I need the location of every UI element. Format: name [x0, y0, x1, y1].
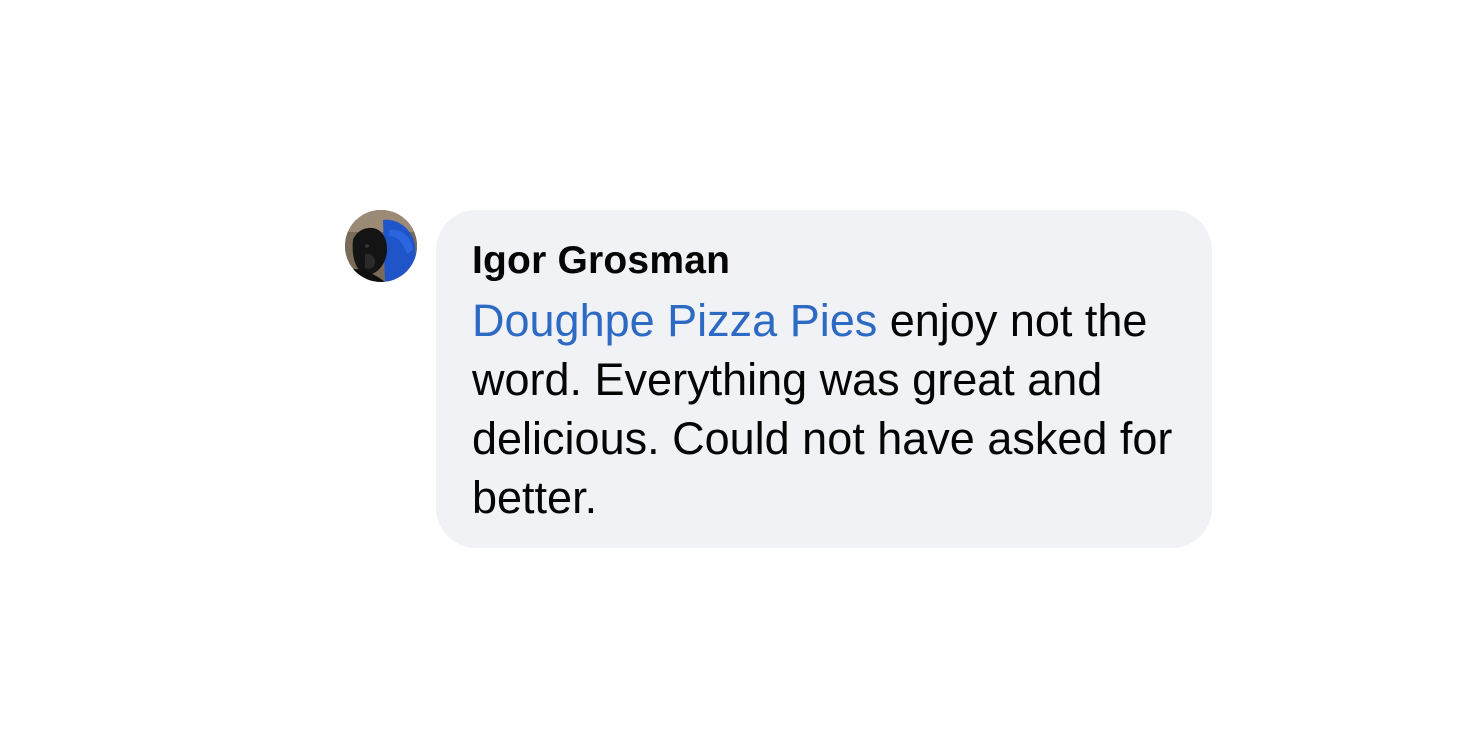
comment-author-name[interactable]: Igor Grosman — [472, 236, 1176, 286]
page-mention-link[interactable]: Doughpe Pizza Pies — [472, 295, 877, 346]
comment-body: Doughpe Pizza Pies enjoy not the word. E… — [472, 291, 1192, 527]
profile-photo-icon — [345, 210, 417, 282]
avatar[interactable] — [345, 210, 417, 282]
comment-bubble: Igor Grosman Doughpe Pizza Pies enjoy no… — [436, 210, 1212, 548]
